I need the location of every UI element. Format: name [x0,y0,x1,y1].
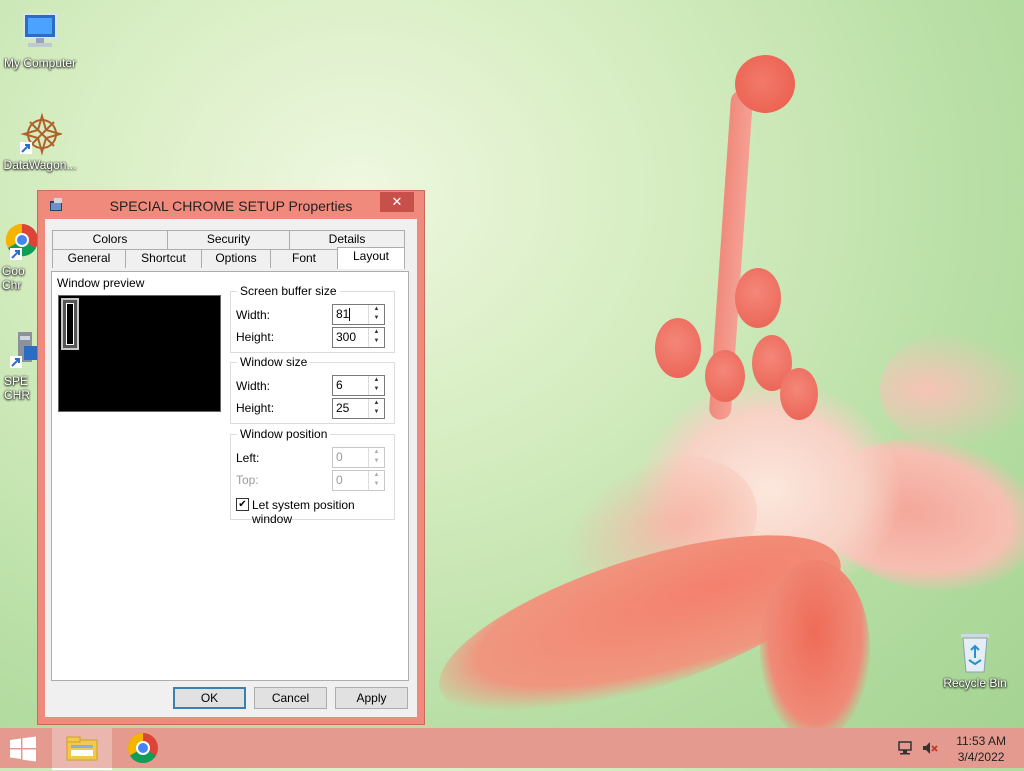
window-size-group: Window size Width: 6 ▲ ▼ Height: 25 ▲ ▼ [230,355,395,424]
window-top-label: Top: [236,473,259,487]
desktop-icon-label: Goo Chr [2,264,25,292]
spin-arrows-icon[interactable]: ▲ ▼ [368,399,384,418]
window-preview [58,295,221,412]
window-top-stepper[interactable]: 0 ▲ ▼ [332,470,385,491]
close-button[interactable]: ✕ [380,192,414,212]
recycle-bin-icon [953,630,997,674]
tab-layout[interactable]: Layout [337,247,405,269]
console-shortcut-icon [0,328,40,372]
dialog-titlebar[interactable]: SPECIAL CHROME SETUP Properties ✕ [38,191,424,219]
window-width-value: 6 [336,378,343,392]
network-icon[interactable] [897,740,915,756]
tab-colors[interactable]: Colors [52,230,168,249]
desktop-icon-my-computer[interactable]: My Computer [0,10,80,70]
buffer-height-stepper[interactable]: 300 ▲ ▼ [332,327,385,348]
spin-arrows-icon[interactable]: ▲ ▼ [368,376,384,395]
taskbar-file-explorer[interactable] [52,728,112,770]
taskbar-chrome[interactable] [113,728,173,768]
window-width-stepper[interactable]: 6 ▲ ▼ [332,375,385,396]
tab-font[interactable]: Font [270,249,338,268]
dialog-body: Colors Security Details General Shortcut… [45,219,417,717]
window-size-title: Window size [237,355,311,369]
start-button[interactable] [8,736,38,762]
spin-arrows-icon[interactable]: ▲ ▼ [368,448,384,467]
chrome-icon [0,218,40,262]
dialog-title: SPECIAL CHROME SETUP Properties [109,198,353,214]
ok-button[interactable]: OK [173,687,246,709]
tab-security[interactable]: Security [167,230,290,249]
chrome-icon [127,733,158,764]
let-system-position-label[interactable]: Let system position window [252,498,394,526]
window-position-title: Window position [237,427,331,441]
screen-buffer-size-title: Screen buffer size [237,284,340,298]
buffer-width-value: 81 [336,307,350,321]
window-left-label: Left: [236,451,260,465]
desktop-icon-label: Recycle Bin [943,676,1007,690]
taskbar: 11:53 AM 3/4/2022 [0,728,1024,770]
buffer-width-label: Width: [236,308,271,322]
datawagon-icon [18,112,64,156]
window-left-value: 0 [336,450,343,464]
clock-date: 3/4/2022 [957,750,1005,764]
apply-button[interactable]: Apply [335,687,408,709]
buffer-height-label: Height: [236,330,275,344]
text-cursor [349,308,350,321]
window-left-stepper[interactable]: 0 ▲ ▼ [332,447,385,468]
cancel-button[interactable]: Cancel [254,687,327,709]
window-width-label: Width: [236,379,271,393]
window-height-stepper[interactable]: 25 ▲ ▼ [332,398,385,419]
screen-buffer-size-group: Screen buffer size Width: 81 ▲ ▼ Height: … [230,284,395,353]
tab-general[interactable]: General [52,249,126,268]
desktop-icon-recycle-bin[interactable]: Recycle Bin [935,630,1015,690]
tab-options[interactable]: Options [201,249,271,268]
desktop-icon-label: My Computer [3,56,77,70]
file-explorer-icon [66,736,98,761]
let-system-position-checkbox[interactable]: ✔ [236,498,249,511]
properties-dialog: SPECIAL CHROME SETUP Properties ✕ Colors… [37,190,425,725]
window-position-group: Window position Left: 0 ▲ ▼ Top: 0 ▲ ▼ ✔ L… [230,427,395,526]
spin-arrows-icon[interactable]: ▲ ▼ [368,471,384,490]
window-top-value: 0 [336,473,343,487]
checkmark-icon: ✔ [238,499,247,510]
window-height-label: Height: [236,401,275,415]
system-clock[interactable]: 11:53 AM 3/4/2022 [956,733,1006,765]
layout-tab-panel: Window preview Screen buffer size Width:… [51,271,409,681]
clock-time: 11:53 AM [956,734,1006,748]
spin-arrows-icon[interactable]: ▲ ▼ [368,305,384,324]
desktop-icon-label: SPE CHR [4,374,30,402]
window-preview-label: Window preview [57,276,145,290]
close-icon: ✕ [391,194,403,209]
buffer-width-stepper[interactable]: 81 ▲ ▼ [332,304,385,325]
computer-icon [18,10,62,54]
desktop-icon-datawagon[interactable]: DataWagon... [0,112,80,172]
desktop-icon-label: DataWagon... [3,158,77,172]
windows-logo-icon [10,736,36,762]
buffer-height-value: 300 [336,330,357,344]
window-height-value: 25 [336,401,350,415]
preview-window-frame [61,298,79,350]
tab-shortcut[interactable]: Shortcut [125,249,202,268]
volume-muted-icon[interactable] [921,740,939,756]
spin-arrows-icon[interactable]: ▲ ▼ [368,328,384,347]
